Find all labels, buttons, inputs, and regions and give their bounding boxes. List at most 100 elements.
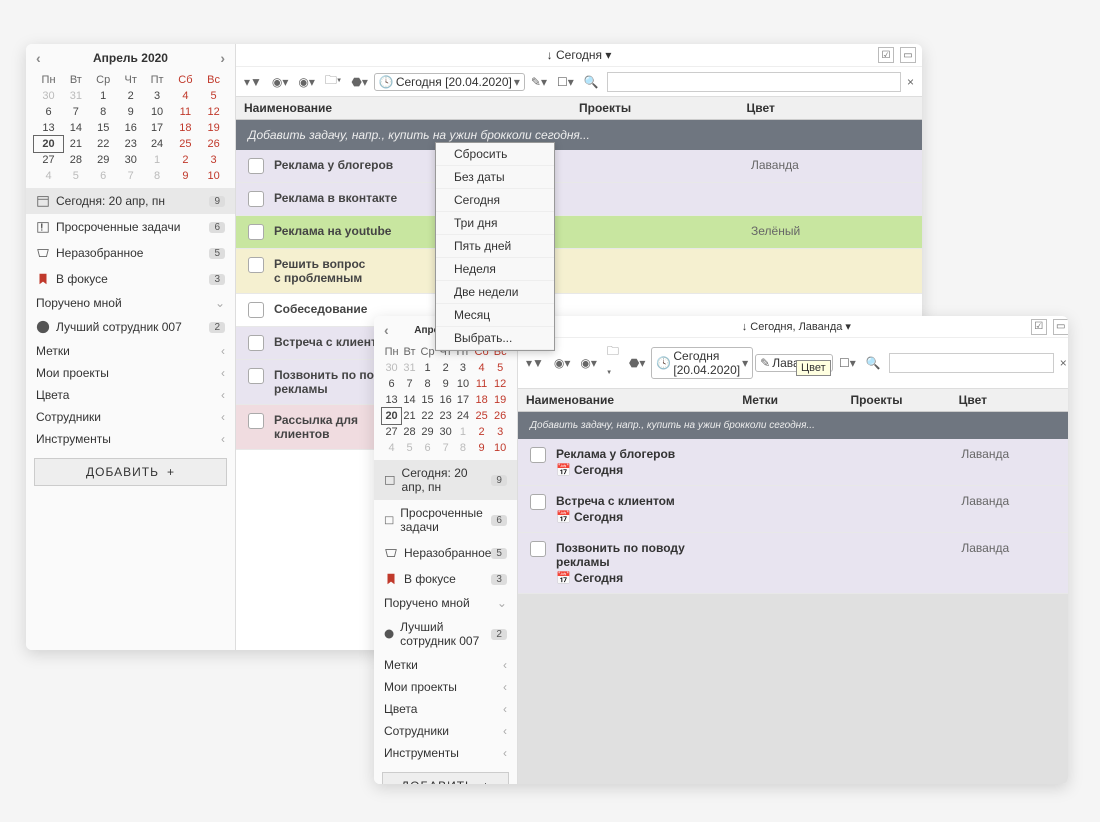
view-title[interactable]: ↓ Сегодня, Лаванда ▾ — [742, 320, 851, 333]
search-icon[interactable]: 🔍 — [862, 354, 885, 372]
calendar[interactable]: ПнВтСрЧтПтСбВс 303112345 6789101112 1314… — [26, 72, 235, 188]
window-filtered: ‹ Апрель 2020 › ПнВтСрЧтПтСбВс 303112345… — [374, 316, 1068, 784]
sidebar-cat-projects[interactable]: Мои проекты‹ — [26, 362, 235, 384]
avatar-icon — [384, 627, 394, 641]
sidebar-assigned[interactable]: Поручено мной⌄ — [374, 592, 517, 614]
prev-month-icon[interactable]: ‹ — [36, 50, 41, 66]
add-task-row[interactable]: Добавить задачу, напр., купить на ужин б… — [236, 120, 922, 150]
sidebar-item-today[interactable]: Сегодня: 20 апр, пн9 — [374, 460, 517, 500]
task-row[interactable]: Решить вопрос с проблемным — [236, 249, 922, 294]
dropdown-item[interactable]: Сегодня — [436, 189, 554, 212]
task-checkbox[interactable] — [248, 191, 264, 207]
sidebar-item-inbox[interactable]: Неразобранное5 — [374, 540, 517, 566]
dropdown-item[interactable]: Без даты — [436, 166, 554, 189]
calendar-small-icon: 📅 — [556, 510, 571, 524]
view-title[interactable]: ↓ Сегодня ▾ — [547, 48, 612, 62]
sidebar-item-overdue[interactable]: Просроченные задачи6 — [374, 500, 517, 540]
checkbox-icon[interactable]: ☐▾ — [553, 73, 578, 91]
sidebar: ‹ Апрель 2020 › ПнВтСрЧтПтСбВс 303112345… — [374, 316, 518, 784]
overdue-icon — [384, 513, 394, 527]
sidebar-cat-tags[interactable]: Метки‹ — [374, 654, 517, 676]
search-input[interactable] — [889, 353, 1054, 373]
edit-icon[interactable]: ☑ — [1031, 319, 1047, 335]
toolbar: ▾▼ ◉▾ ◉▾ 🗀▾ ⬣▾ 🕓Сегодня [20.04.2020]▾ ✎▾… — [236, 67, 922, 97]
task-row[interactable]: Реклама у блогеров📅СегодняЛаванда — [518, 439, 1068, 486]
task-checkbox[interactable] — [530, 541, 546, 557]
dropdown-item[interactable]: Сбросить — [436, 143, 554, 166]
sidebar-item-inbox[interactable]: Неразобранное5 — [26, 240, 235, 266]
dropdown-item[interactable]: Две недели — [436, 281, 554, 304]
add-task-row[interactable]: Добавить задачу, напр., купить на ужин б… — [518, 412, 1068, 439]
task-checkbox[interactable] — [248, 335, 264, 351]
sidebar-cat-tags[interactable]: Метки‹ — [26, 340, 235, 362]
close-search-icon[interactable]: × — [903, 73, 918, 91]
sidebar-cat-tools[interactable]: Инструменты‹ — [26, 428, 235, 450]
user2-icon[interactable]: ◉▾ — [294, 73, 319, 91]
task-row[interactable]: Реклама у блогеровЛаванда — [236, 150, 922, 183]
task-row[interactable]: Реклама в вконтакте — [236, 183, 922, 216]
sidebar-cat-employees[interactable]: Сотрудники‹ — [26, 406, 235, 428]
task-row[interactable]: Реклама на youtubeЗелёный — [236, 216, 922, 249]
dropdown-item[interactable]: Неделя — [436, 258, 554, 281]
inbox-icon — [36, 246, 50, 260]
sidebar-item-focus[interactable]: В фокусе3 — [374, 566, 517, 592]
main-panel: ↓ Сегодня, Лаванда ▾ ☑ ▭ ▾▼ ◉▾ ◉▾ 🗀▾ ⬣▾ 🕓… — [518, 316, 1068, 784]
task-checkbox[interactable] — [530, 494, 546, 510]
user1-icon[interactable]: ◉▾ — [550, 354, 575, 372]
calendar[interactable]: ПнВтСрЧтПтСбВс 303112345 6789101112 1314… — [374, 344, 517, 460]
date-dropdown: Сбросить Без даты Сегодня Три дня Пять д… — [435, 142, 555, 351]
tag-icon[interactable]: ⬣▾ — [347, 73, 372, 91]
task-checkbox[interactable] — [248, 158, 264, 174]
checkbox-icon[interactable]: ☐▾ — [835, 354, 860, 372]
sidebar-cat-tools[interactable]: Инструменты‹ — [374, 742, 517, 764]
brush-icon[interactable]: ✎▾ — [527, 73, 551, 91]
sidebar-item-employee[interactable]: Лучший сотрудник 0072 — [26, 314, 235, 340]
tag-icon[interactable]: ⬣▾ — [625, 354, 650, 372]
filter-icon[interactable]: ▾▼ — [522, 354, 548, 372]
next-month-icon[interactable]: › — [220, 50, 225, 66]
search-icon[interactable]: 🔍 — [580, 73, 603, 91]
dropdown-item[interactable]: Пять дней — [436, 235, 554, 258]
folder-icon[interactable]: 🗀▾ — [321, 69, 345, 94]
prev-month-icon[interactable]: ‹ — [384, 322, 389, 338]
sidebar-item-today[interactable]: Сегодня: 20 апр, пн9 — [26, 188, 235, 214]
user2-icon[interactable]: ◉▾ — [576, 354, 601, 372]
task-checkbox[interactable] — [530, 447, 546, 463]
edit-icon[interactable]: ☑ — [878, 47, 894, 63]
task-checkbox[interactable] — [248, 257, 264, 273]
sidebar-cat-colors[interactable]: Цвета‹ — [374, 698, 517, 720]
sidebar-cat-colors[interactable]: Цвета‹ — [26, 384, 235, 406]
task-checkbox[interactable] — [248, 224, 264, 240]
sidebar-cat-employees[interactable]: Сотрудники‹ — [374, 720, 517, 742]
add-button[interactable]: ДОБАВИТЬ+ — [34, 458, 227, 486]
task-checkbox[interactable] — [248, 413, 264, 429]
calendar-icon — [384, 473, 396, 487]
sidebar-item-focus[interactable]: В фокусе3 — [26, 266, 235, 292]
task-checkbox[interactable] — [248, 302, 264, 318]
sidebar-item-employee[interactable]: Лучший сотрудник 0072 — [374, 614, 517, 654]
search-input[interactable] — [607, 72, 901, 92]
bookmark-icon — [36, 272, 50, 286]
expand-icon[interactable]: ▭ — [1053, 319, 1068, 335]
add-button[interactable]: ДОБАВИТЬ+ — [382, 772, 509, 784]
titlebar: ↓ Сегодня ▾ ☑ ▭ — [236, 44, 922, 67]
date-filter[interactable]: 🕓Сегодня [20.04.2020]▾ — [651, 347, 753, 379]
folder-icon[interactable]: 🗀▾ — [603, 340, 623, 386]
task-row[interactable]: Позвонить по поводу рекламы📅СегодняЛаван… — [518, 533, 1068, 594]
filter-icon[interactable]: ▾▼ — [240, 73, 266, 91]
dropdown-item[interactable]: Месяц — [436, 304, 554, 327]
inbox-icon — [384, 546, 398, 560]
dropdown-item[interactable]: Выбрать... — [436, 327, 554, 350]
dropdown-item[interactable]: Три дня — [436, 212, 554, 235]
overdue-icon: ! — [36, 220, 50, 234]
sidebar-item-overdue[interactable]: !Просроченные задачи6 — [26, 214, 235, 240]
date-filter[interactable]: 🕓Сегодня [20.04.2020]▾ — [374, 73, 525, 91]
task-checkbox[interactable] — [248, 368, 264, 384]
task-row[interactable]: Встреча с клиентом📅СегодняЛаванда — [518, 486, 1068, 533]
user1-icon[interactable]: ◉▾ — [268, 73, 293, 91]
expand-icon[interactable]: ▭ — [900, 47, 916, 63]
sidebar-cat-projects[interactable]: Мои проекты‹ — [374, 676, 517, 698]
sidebar-assigned[interactable]: Поручено мной⌄ — [26, 292, 235, 314]
close-search-icon[interactable]: × — [1056, 354, 1068, 372]
sidebar: ‹ Апрель 2020 › ПнВтСрЧтПтСбВс 303112345… — [26, 44, 236, 650]
